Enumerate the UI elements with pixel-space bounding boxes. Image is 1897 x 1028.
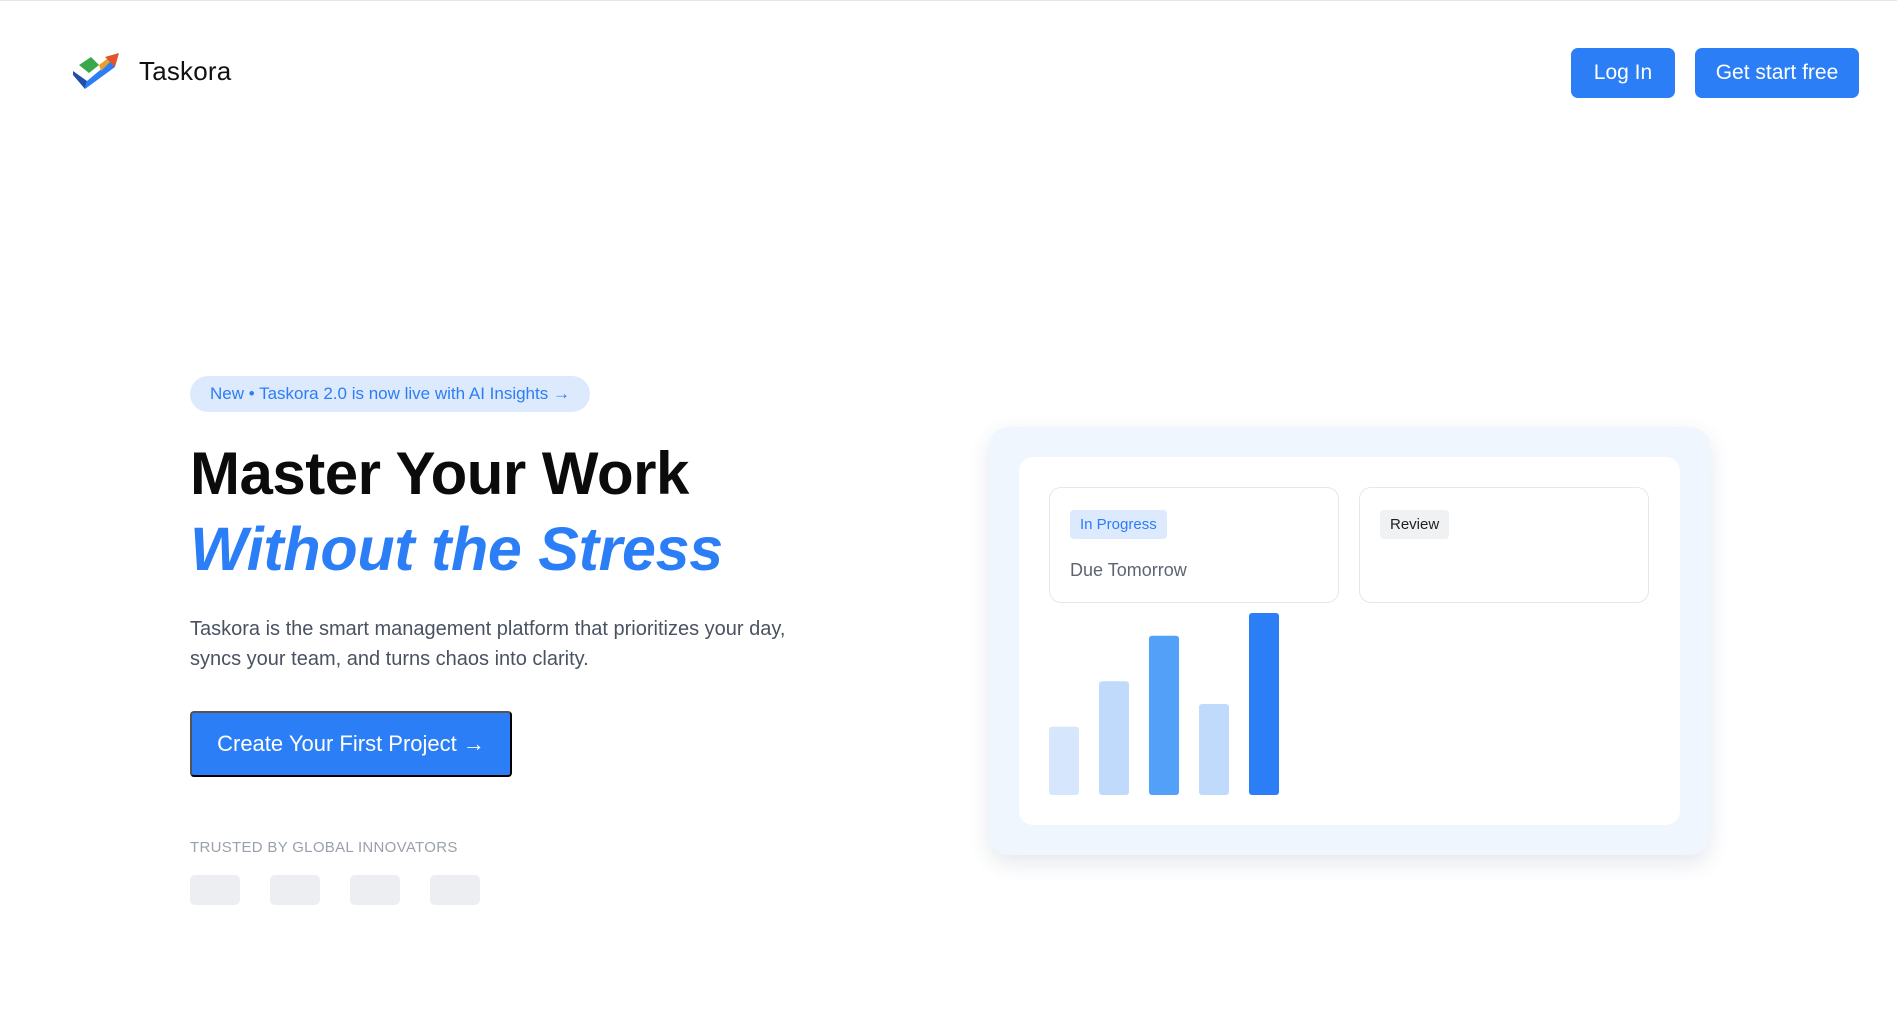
chart-bar bbox=[1249, 613, 1279, 795]
site-header: Taskora Log In Get start free bbox=[0, 1, 1897, 146]
hero-subtitle: Taskora is the smart management platform… bbox=[190, 618, 786, 670]
chart-bar bbox=[1199, 704, 1229, 795]
status-badge-in-progress: In Progress bbox=[1070, 510, 1167, 539]
partner-logos bbox=[190, 875, 480, 905]
task-card-review: Review bbox=[1359, 487, 1649, 603]
partner-logo-placeholder bbox=[350, 875, 400, 905]
chart-bar bbox=[1149, 635, 1179, 795]
partner-logo-placeholder bbox=[270, 875, 320, 905]
brand[interactable]: Taskora bbox=[71, 51, 231, 91]
get-started-button[interactable]: Get start free bbox=[1695, 48, 1859, 98]
brand-name: Taskora bbox=[139, 55, 232, 86]
announcement-pill[interactable]: New • Taskora 2.0 is now live with AI In… bbox=[190, 376, 590, 412]
activity-bar-chart bbox=[1049, 613, 1279, 795]
partner-logo-placeholder bbox=[190, 875, 240, 905]
partner-logo-placeholder bbox=[430, 875, 480, 905]
create-project-button[interactable]: Create Your First Project → bbox=[190, 711, 512, 777]
status-badge-review: Review bbox=[1380, 510, 1450, 539]
dashboard-preview: In Progress Due Tomorrow Review bbox=[989, 427, 1710, 855]
hero-title-line1: Master Your Work bbox=[190, 440, 689, 507]
task-card-in-progress: In Progress Due Tomorrow bbox=[1049, 487, 1339, 603]
chart-bar bbox=[1099, 681, 1129, 795]
chart-bar bbox=[1049, 726, 1079, 795]
login-button[interactable]: Log In bbox=[1571, 48, 1675, 98]
landing-page: Taskora Log In Get start free New • Task… bbox=[0, 0, 1897, 1028]
hero-title-line2: Without the Stress bbox=[190, 515, 723, 583]
taskora-logo-icon bbox=[71, 51, 121, 91]
dashboard-panel: In Progress Due Tomorrow Review bbox=[1019, 457, 1680, 825]
due-date-text: Due Tomorrow bbox=[1070, 560, 1187, 580]
trusted-label: TRUSTED BY GLOBAL INNOVATORS bbox=[190, 839, 458, 856]
